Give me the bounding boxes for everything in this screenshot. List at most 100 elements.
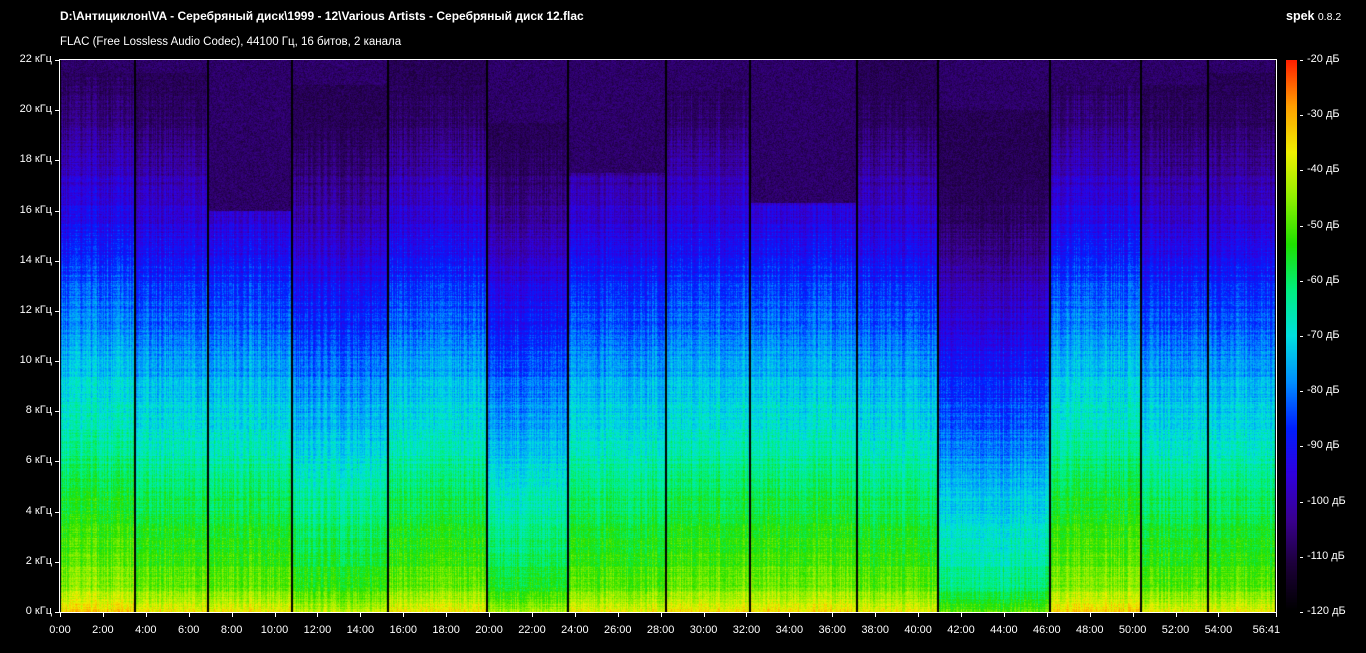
- x-tick-label: 14:00: [346, 624, 375, 636]
- colorbar-tick-mark: [1300, 612, 1303, 613]
- colorbar-tick-mark: [1300, 557, 1303, 558]
- x-tick-label: 16:00: [389, 624, 417, 636]
- colorbar-tick-label: -20 дБ: [1307, 53, 1340, 65]
- x-tick-label: 46:00: [1033, 624, 1061, 636]
- y-tick-mark: [55, 512, 59, 513]
- y-tick-mark: [55, 311, 59, 312]
- y-tick-label: 4 кГц: [25, 504, 52, 517]
- file-info: FLAC (Free Lossless Audio Codec), 44100 …: [60, 36, 402, 48]
- y-tick-mark: [55, 411, 59, 412]
- y-tick-label: 0 кГц: [25, 605, 52, 617]
- x-tick-label: 24:00: [561, 624, 589, 636]
- y-tick-label: 2 кГц: [25, 554, 52, 567]
- x-tick-mark: [1004, 613, 1005, 617]
- colorbar-tick-mark: [1300, 446, 1303, 447]
- colorbar-tick-mark: [1300, 336, 1303, 337]
- x-tick-label: 12:00: [303, 624, 332, 636]
- x-tick-label: 26:00: [603, 624, 632, 636]
- colorbar-tick-mark: [1300, 281, 1303, 282]
- app-version: 0.8.2: [1317, 11, 1342, 23]
- y-tick-label: 20 кГц: [19, 103, 52, 116]
- x-tick-mark: [1218, 613, 1219, 617]
- x-tick-mark: [832, 613, 833, 617]
- colorbar-tick-mark: [1300, 502, 1303, 503]
- x-tick-mark: [746, 613, 747, 617]
- x-tick-mark: [189, 613, 190, 617]
- x-tick-label: 32:00: [732, 624, 761, 636]
- x-tick-mark: [618, 613, 619, 617]
- colorbar-tick-mark: [1300, 170, 1303, 171]
- x-tick-mark: [232, 613, 233, 617]
- x-tick-label: 34:00: [775, 624, 804, 636]
- colorbar-tick-label: -90 дБ: [1307, 439, 1340, 452]
- y-tick-label: 10 кГц: [19, 354, 52, 367]
- y-tick-mark: [55, 160, 59, 161]
- x-tick-label: 8:00: [220, 624, 243, 636]
- y-tick-label: 22 кГц: [19, 53, 52, 65]
- y-tick-mark: [55, 60, 59, 61]
- x-tick-label: 22:00: [518, 624, 546, 636]
- x-tick-label: 4:00: [135, 624, 157, 636]
- colorbar-tick-label: -100 дБ: [1307, 494, 1346, 507]
- file-path-title: D:\Антициклон\VA - Серебряный диск\1999 …: [60, 9, 584, 23]
- x-tick-label: 20:00: [475, 624, 503, 636]
- y-tick-mark: [55, 562, 59, 563]
- colorbar-tick-label: -50 дБ: [1307, 218, 1340, 231]
- colorbar-tick-label: -110 дБ: [1307, 549, 1345, 562]
- x-tick-label: 36:00: [818, 624, 847, 636]
- x-tick-mark: [961, 613, 962, 617]
- x-tick-label: 0:00: [49, 624, 71, 636]
- colorbar-tick-mark: [1300, 115, 1303, 116]
- x-tick-label: 2:00: [92, 624, 114, 636]
- x-tick-mark: [1276, 613, 1277, 617]
- colorbar-tick-mark: [1300, 391, 1303, 392]
- x-tick-mark: [360, 613, 361, 617]
- x-tick-label: 6:00: [177, 624, 200, 636]
- spectrogram-plot: [60, 60, 1276, 612]
- x-tick-mark: [575, 613, 576, 617]
- x-tick-mark: [789, 613, 790, 617]
- y-tick-label: 12 кГц: [19, 303, 52, 316]
- x-tick-label: 10:00: [260, 624, 289, 636]
- y-tick-label: 18 кГц: [19, 153, 52, 166]
- colorbar-tick-label: -40 дБ: [1307, 163, 1340, 176]
- y-tick-mark: [55, 110, 59, 111]
- colorbar-tick-label: -30 дБ: [1307, 108, 1340, 121]
- x-tick-label: 18:00: [432, 624, 460, 636]
- x-tick-mark: [918, 613, 919, 617]
- colorbar-tick-mark: [1300, 60, 1303, 61]
- y-tick-label: 14 кГц: [19, 253, 52, 266]
- x-tick-label: 30:00: [689, 624, 718, 636]
- x-tick-mark: [704, 613, 705, 617]
- x-tick-mark: [661, 613, 662, 617]
- x-tick-mark: [317, 613, 318, 617]
- app-brand: spek 0.8.2: [1286, 9, 1341, 23]
- y-tick-mark: [55, 461, 59, 462]
- x-tick-label: 28:00: [646, 624, 675, 636]
- y-tick-label: 16 кГц: [19, 203, 52, 216]
- y-tick-label: 6 кГц: [25, 454, 52, 467]
- colorbar-tick-label: -60 дБ: [1307, 273, 1340, 286]
- x-tick-label: 50:00: [1118, 624, 1147, 636]
- y-tick-mark: [55, 361, 59, 362]
- x-tick-label: 48:00: [1075, 624, 1104, 636]
- y-tick-mark: [55, 261, 59, 262]
- x-tick-label: 38:00: [861, 624, 889, 636]
- y-tick-label: 8 кГц: [25, 404, 52, 417]
- x-tick-mark: [60, 613, 61, 617]
- x-tick-mark: [1090, 613, 1091, 617]
- app-name: spek: [1286, 9, 1315, 23]
- x-tick-label: 40:00: [904, 624, 932, 636]
- x-tick-mark: [446, 613, 447, 617]
- y-tick-mark: [55, 612, 59, 613]
- x-tick-label: 54:00: [1204, 624, 1233, 636]
- x-tick-mark: [1176, 613, 1177, 617]
- x-tick-mark: [146, 613, 147, 617]
- spectrogram-heatmap: [60, 60, 1276, 612]
- x-tick-mark: [1047, 613, 1048, 617]
- x-tick-label: 44:00: [990, 624, 1018, 636]
- x-tick-mark: [1133, 613, 1134, 617]
- x-tick-mark: [489, 613, 490, 617]
- x-tick-mark: [103, 613, 104, 617]
- colorbar-tick-label: -70 дБ: [1307, 329, 1340, 341]
